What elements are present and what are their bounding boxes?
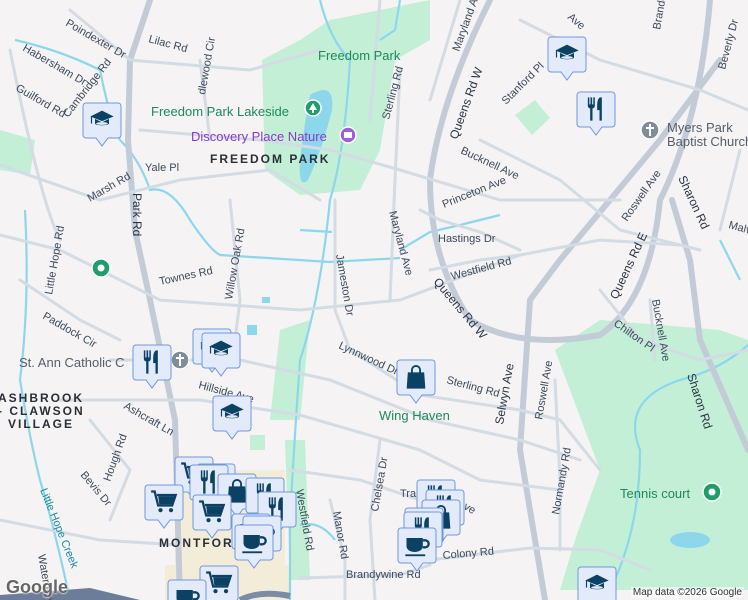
map-attribution[interactable]: Map data ©2026 Google bbox=[630, 587, 744, 598]
school-marker[interactable] bbox=[547, 36, 587, 81]
school-marker[interactable] bbox=[82, 102, 122, 147]
street-label: Beverly Dr bbox=[716, 18, 741, 71]
neighborhood-label: ASHBROOK bbox=[0, 391, 84, 405]
street-label: Brandywine Rd bbox=[346, 569, 421, 581]
park-label: Freedom Park bbox=[318, 48, 401, 63]
marker-background bbox=[576, 91, 616, 136]
street-label: Lynnwood Dr bbox=[337, 340, 401, 378]
school-marker[interactable] bbox=[201, 332, 241, 377]
neighborhood-label: FREEDOM PARK bbox=[210, 152, 330, 166]
park-tree-pin-icon bbox=[304, 99, 322, 117]
school-marker[interactable] bbox=[212, 395, 252, 440]
museum-pin-icon bbox=[339, 126, 357, 144]
neighborhood-label: - CLAWSON bbox=[0, 404, 85, 418]
street-label: Queens Rd W bbox=[431, 275, 491, 342]
street-label: Hastings Dr bbox=[438, 233, 496, 245]
street-label: Colony Rd bbox=[442, 546, 494, 562]
street-label: Bucknell Ave bbox=[459, 145, 521, 182]
place-label: St. Ann Catholic C bbox=[19, 355, 125, 370]
street-label: Lilac Rd bbox=[147, 33, 189, 55]
street-label: Stanford Pl bbox=[500, 60, 547, 107]
street-label: Marsh Rd bbox=[86, 170, 133, 204]
street-label: Ave bbox=[565, 11, 587, 32]
neighborhood-label: VILLAGE bbox=[8, 417, 74, 431]
place-label: Baptist Church bbox=[667, 134, 748, 149]
school-marker[interactable] bbox=[577, 566, 617, 600]
street-label: Ashcraft Ln bbox=[122, 400, 176, 438]
street-label: Queens Rd W bbox=[447, 65, 486, 141]
street-label: Paddock Cir bbox=[41, 310, 99, 351]
street-label: Princeton Ave bbox=[441, 174, 508, 210]
map-canvas[interactable]: Poindexter Dr Lilac Rd Habersham Dr dlew… bbox=[0, 0, 748, 600]
street-label: Roswell Ave bbox=[533, 360, 555, 421]
park-label: Freedom Park Lakeside bbox=[151, 104, 289, 119]
street-label: Yale Pl bbox=[145, 162, 179, 174]
street-label: Townes Rd bbox=[158, 265, 214, 288]
street-label: Brando bbox=[651, 0, 669, 31]
street-label: Sterling Rd bbox=[445, 374, 501, 400]
church-pin-icon bbox=[640, 120, 660, 140]
google-logo: Google bbox=[6, 577, 68, 597]
street-label: Tra bbox=[400, 488, 417, 500]
street-label: Little Hope Rd bbox=[43, 225, 67, 296]
street-label: Poindexter Dr bbox=[64, 17, 129, 61]
restaurant-marker[interactable] bbox=[576, 91, 616, 136]
place-label: Discovery Place Nature bbox=[191, 129, 327, 144]
park-label: Tennis court bbox=[620, 486, 690, 501]
park-label: Wing Haven bbox=[379, 408, 450, 423]
street-label: Manor Rd bbox=[330, 510, 350, 560]
place-label: Myers Park bbox=[667, 120, 733, 135]
street-label: Malv bbox=[727, 219, 748, 237]
street-label: Park Rd bbox=[130, 193, 144, 236]
cafe-marker[interactable] bbox=[167, 579, 207, 600]
tennis-pin-icon bbox=[702, 482, 722, 502]
place-pin-icon bbox=[91, 258, 111, 278]
street-label: Habersham Dr bbox=[21, 42, 89, 88]
street-label: Willow Oak Rd bbox=[223, 227, 247, 300]
church-pin-icon bbox=[170, 350, 190, 370]
street-label: Normandy Rd bbox=[550, 447, 574, 516]
